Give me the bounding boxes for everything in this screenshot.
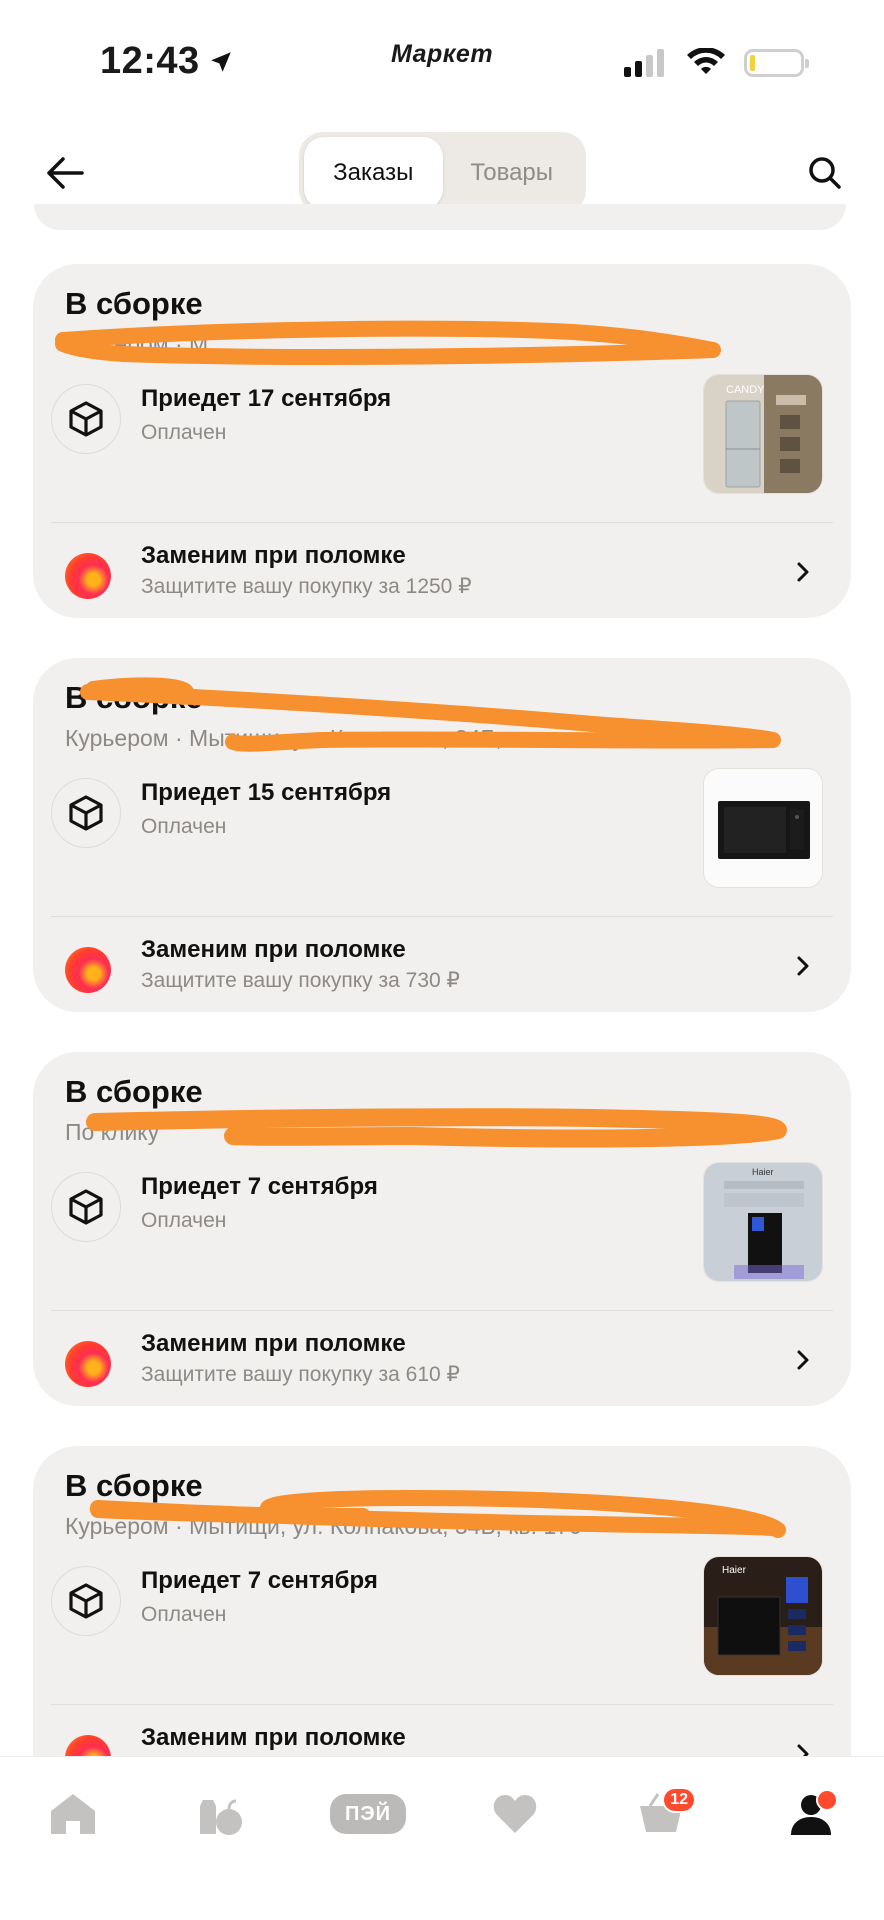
tab-pay[interactable]: ПЭЙ — [330, 1779, 406, 1849]
protection-logo-icon — [65, 1341, 111, 1387]
package-icon — [69, 401, 103, 437]
home-icon — [51, 1794, 95, 1834]
thumb-brand-text: CANDY — [726, 384, 765, 396]
arrival-date: Приедет 15 сентября — [141, 779, 392, 806]
redaction-scribble — [90, 1490, 786, 1538]
grocery-icon — [200, 1799, 242, 1835]
redaction-scribble — [86, 1108, 787, 1148]
tab-favorites[interactable] — [480, 1779, 550, 1849]
protection-offer-row[interactable]: Заменим при поломке Защитите вашу покупк… — [33, 522, 851, 618]
order-card[interactable]: В сборке Курьером · Мытищи, ул. Колпаков… — [33, 658, 851, 1012]
previous-card-edge — [34, 204, 846, 230]
cart-badge: 12 — [662, 1787, 696, 1813]
payment-status: Оплачен — [141, 1603, 227, 1626]
product-thumbnail[interactable] — [703, 768, 823, 888]
protection-title: Заменим при поломке — [141, 542, 406, 569]
protection-logo-icon — [65, 947, 111, 993]
chevron-right-icon — [797, 1350, 809, 1370]
order-status: В сборке — [65, 680, 203, 715]
protection-offer-row[interactable]: Заменим при поломке Защитите вашу покупк… — [33, 916, 851, 1012]
delivery-address: Курьером · Мытищи, ул. Колпакова, 34Б, к… — [65, 725, 537, 751]
signal-icon — [624, 49, 664, 77]
chevron-right-icon — [797, 956, 809, 976]
thumb-brand-text: Haier — [752, 1167, 774, 1177]
payment-status: Оплачен — [141, 815, 227, 838]
order-card[interactable]: В сборке По клику Приедет 7 сентября Опл… — [33, 1052, 851, 1406]
induction-hob-image: Haier — [704, 1163, 822, 1281]
protection-subtitle: Защитите вашу покупку за 610 ₽ — [141, 1363, 460, 1386]
fridge-image: CANDY — [704, 375, 822, 493]
order-card[interactable]: В сборке Курьером · М Приедет 17 сентябр… — [33, 264, 851, 618]
arrival-date: Приедет 17 сентября — [141, 385, 392, 412]
orders-screen: 12:43 Маркет Заказы Товары В сборке Курь… — [0, 0, 884, 1920]
oven-image: Haier — [704, 1557, 822, 1675]
product-thumbnail[interactable]: Haier — [703, 1162, 823, 1282]
back-arrow-icon — [47, 157, 84, 189]
package-icon — [69, 1583, 103, 1619]
package-icon-wrap — [51, 384, 121, 454]
order-status: В сборке — [65, 1074, 203, 1109]
redaction-scribble — [80, 677, 781, 752]
payment-status: Оплачен — [141, 421, 227, 444]
pay-icon: ПЭЙ — [330, 1794, 406, 1834]
system-icons — [624, 48, 809, 78]
orders-products-switch: Заказы Товары — [299, 132, 586, 214]
protection-offer-row[interactable]: Заменим при поломке Защитите вашу покупк… — [33, 1310, 851, 1406]
order-status: В сборке — [65, 1468, 203, 1503]
protection-title: Заменим при поломке — [141, 1724, 406, 1751]
bottom-tab-bar: ПЭЙ 12 — [0, 1756, 884, 1920]
heart-icon — [493, 1795, 537, 1833]
package-icon — [69, 795, 103, 831]
status-bar: 12:43 Маркет — [0, 0, 884, 120]
protection-logo-icon — [65, 553, 111, 599]
chevron-right-icon — [797, 562, 809, 582]
wifi-icon — [687, 48, 725, 74]
protection-subtitle: Защитите вашу покупку за 1250 ₽ — [141, 575, 472, 598]
protection-subtitle: Защитите вашу покупку за 730 ₽ — [141, 969, 460, 992]
tab-orders[interactable]: Заказы — [304, 137, 443, 209]
redaction-scribble — [55, 320, 721, 365]
product-thumbnail[interactable]: Haier — [703, 1556, 823, 1676]
package-icon — [69, 1189, 103, 1225]
search-button[interactable] — [798, 146, 852, 200]
product-thumbnail[interactable]: CANDY — [703, 374, 823, 494]
package-icon-wrap — [51, 1566, 121, 1636]
search-icon — [809, 157, 841, 189]
battery-icon — [744, 49, 809, 77]
package-icon-wrap — [51, 1172, 121, 1242]
arrival-date: Приедет 7 сентября — [141, 1173, 378, 1200]
tab-home[interactable] — [38, 1779, 108, 1849]
tab-grocery[interactable] — [186, 1779, 256, 1849]
tab-cart[interactable]: 12 — [626, 1779, 696, 1849]
back-button[interactable] — [38, 146, 92, 200]
protection-title: Заменим при поломке — [141, 936, 406, 963]
order-card[interactable]: В сборке Курьером · Мытищи, ул. Колпаков… — [33, 1446, 851, 1800]
tab-products[interactable]: Товары — [443, 137, 582, 209]
microwave-image — [704, 769, 822, 887]
delivery-address: Курьером · Мытищи, ул. Колпакова, 34Б, к… — [65, 1513, 582, 1539]
delivery-address: По клику — [65, 1119, 160, 1145]
package-icon-wrap — [51, 778, 121, 848]
payment-status: Оплачен — [141, 1209, 227, 1232]
protection-title: Заменим при поломке — [141, 1330, 406, 1357]
arrival-date: Приедет 7 сентября — [141, 1567, 378, 1594]
notification-dot — [816, 1789, 838, 1811]
tab-profile[interactable] — [776, 1779, 846, 1849]
order-status: В сборке — [65, 286, 203, 321]
thumb-brand-text: Haier — [722, 1565, 747, 1576]
delivery-address: Курьером · М — [65, 331, 209, 357]
